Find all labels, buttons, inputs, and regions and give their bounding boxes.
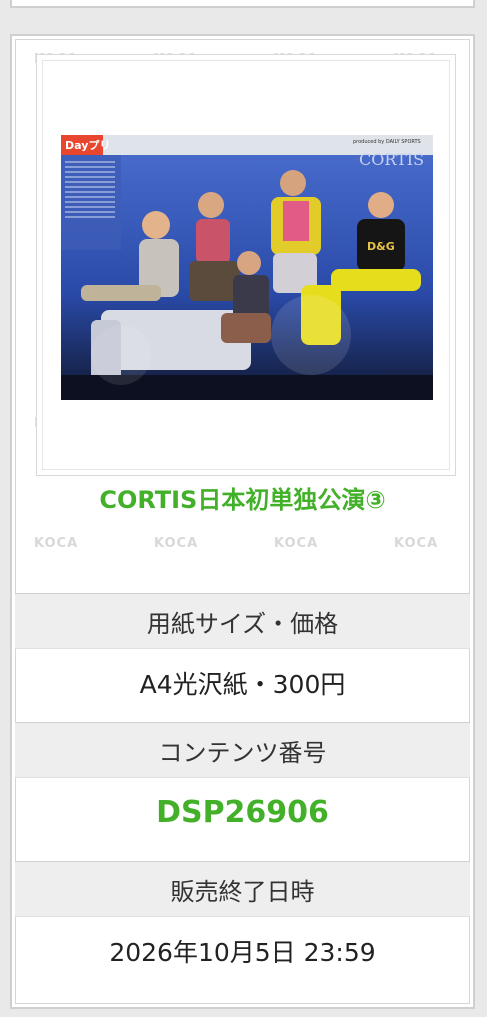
newspaper-masthead: Dayプリ (65, 138, 110, 152)
product-card[interactable]: KOCA KOCA KOCA KOCA KOCA KOCA KOCA KOCA … (10, 34, 475, 1009)
previous-card-edge (10, 0, 475, 8)
newspaper-headline: CORTIS (359, 150, 424, 169)
sale-end-value: 2026年10月5日 23:59 (109, 938, 376, 967)
product-image[interactable]: Dayプリ produced by DAILY SPORTS CORTIS D&… (61, 135, 433, 400)
paper-size-price-label: 用紙サイズ・価格 (15, 593, 470, 649)
content-number-label: コンテンツ番号 (15, 722, 470, 778)
product-title[interactable]: CORTIS日本初単独公演③ (12, 480, 473, 515)
photo-frame[interactable]: Dayプリ produced by DAILY SPORTS CORTIS D&… (36, 54, 456, 476)
sale-end-label: 販売終了日時 (15, 861, 470, 917)
newspaper-photo: Dayプリ produced by DAILY SPORTS CORTIS D&… (61, 135, 433, 400)
watermark: KOCA (274, 536, 319, 551)
paper-size-price-value: A4光沢紙・300円 (139, 670, 346, 699)
watermark: KOCA (34, 536, 79, 551)
watermark: KOCA (394, 536, 439, 551)
shirt-logo: D&G (367, 240, 395, 253)
content-number-value[interactable]: DSP26906 (15, 777, 470, 847)
newspaper-credit: produced by DAILY SPORTS (353, 139, 421, 145)
watermark: KOCA (154, 536, 199, 551)
